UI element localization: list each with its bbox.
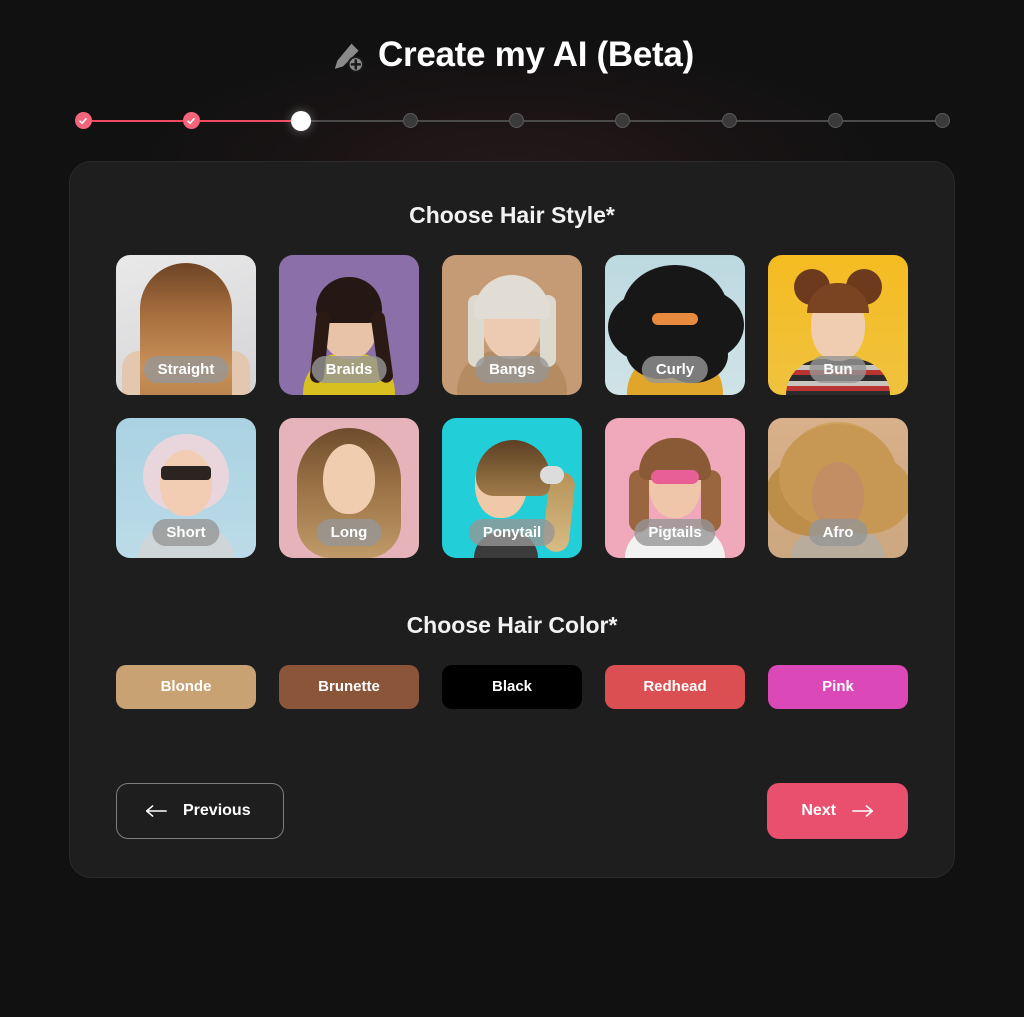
wizard-footer: Previous Next [116, 782, 908, 839]
stepper-connector-8 [843, 119, 935, 122]
hair-style-card-long[interactable]: Long [279, 417, 419, 558]
hair-style-card-bun[interactable]: Bun [768, 254, 908, 395]
hair-style-label: Ponytail [468, 518, 556, 546]
hair-style-section: Choose Hair Style* Straight Braids Bangs Cu… [116, 202, 908, 558]
hair-color-button-pink[interactable]: Pink [768, 664, 908, 709]
hair-color-title: Choose Hair Color* [406, 611, 618, 638]
page-header: Create my AI (Beta) [0, 0, 1024, 75]
hair-style-card-curly[interactable]: Curly [605, 254, 745, 395]
hair-style-label: Braids [311, 355, 387, 383]
stepper-connector-1 [91, 119, 183, 122]
previous-button-label: Previous [183, 801, 251, 819]
stepper-dot-1-done[interactable] [74, 112, 92, 129]
stepper-connector-4 [417, 119, 509, 122]
arrow-right-icon [852, 804, 874, 817]
hair-style-grid: Straight Braids Bangs Curly Bun Short Long Pony… [116, 254, 908, 558]
next-button-label: Next [801, 801, 836, 819]
hair-style-card-ponytail[interactable]: Ponytail [442, 417, 582, 558]
stepper-dot-4-todo[interactable] [402, 113, 418, 128]
hair-style-label: Bangs [475, 355, 549, 383]
pencil-plus-icon [334, 43, 365, 73]
hair-style-card-pigtails[interactable]: Pigtails [605, 417, 745, 558]
hair-style-card-afro[interactable]: Afro [768, 417, 908, 558]
hair-style-label: Bun [809, 355, 867, 383]
hair-style-title: Choose Hair Style* [409, 201, 615, 228]
hair-style-card-bangs[interactable]: Bangs [442, 254, 582, 395]
hair-style-label: Pigtails [634, 518, 716, 546]
check-icon [79, 117, 87, 124]
stepper-dot-3-active[interactable] [291, 110, 312, 131]
page-title: Create my AI (Beta) [378, 35, 694, 74]
previous-button[interactable]: Previous [116, 782, 284, 839]
hair-color-button-black[interactable]: Black [442, 664, 582, 709]
hair-style-label: Afro [808, 518, 868, 546]
stepper-connector-2 [199, 119, 292, 122]
stepper-dot-2-done[interactable] [182, 112, 200, 129]
next-button[interactable]: Next [767, 782, 908, 839]
arrow-left-icon [145, 804, 167, 817]
hair-style-card-braids[interactable]: Braids [279, 254, 419, 395]
stepper-connector-5 [524, 119, 616, 122]
hair-color-section: Choose Hair Color* Blonde Brunette Black Re… [116, 612, 908, 709]
hair-color-button-redhead[interactable]: Redhead [605, 664, 745, 709]
hair-style-label: Curly [641, 355, 709, 383]
hair-style-label: Long [316, 518, 382, 546]
stepper-dot-7-todo[interactable] [721, 113, 737, 128]
hair-style-card-straight[interactable]: Straight [116, 254, 256, 395]
stepper-connector-7 [736, 119, 829, 122]
create-ai-page: Create my AI (Beta) Choose Hair Style* S… [0, 0, 1024, 1017]
hair-style-label: Straight [143, 355, 229, 383]
check-icon [187, 117, 196, 124]
hair-color-button-blonde[interactable]: Blonde [116, 664, 256, 709]
wizard-panel: Choose Hair Style* Straight Braids Bangs Cu… [69, 160, 955, 878]
hair-style-card-short[interactable]: Short [116, 417, 256, 558]
hair-style-label: Short [152, 518, 220, 546]
stepper-dot-9-todo[interactable] [934, 113, 950, 128]
stepper-dot-8-todo[interactable] [828, 113, 844, 128]
stepper-connector-6 [630, 119, 722, 122]
stepper-connector-3 [311, 119, 403, 122]
stepper-dot-6-todo[interactable] [615, 113, 631, 128]
hair-color-grid: Blonde Brunette Black Redhead Pink [116, 664, 908, 709]
progress-stepper [74, 109, 950, 133]
hair-color-button-brunette[interactable]: Brunette [279, 664, 419, 709]
stepper-dot-5-todo[interactable] [509, 113, 524, 128]
